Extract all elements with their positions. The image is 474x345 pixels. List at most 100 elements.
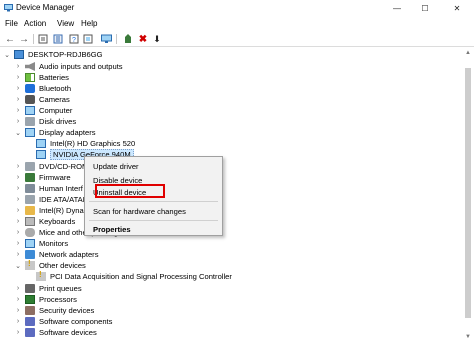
expand-chevron-icon[interactable]: ›	[14, 249, 22, 260]
menu-item-properties[interactable]: Properties	[85, 224, 222, 235]
forward-icon[interactable]: →	[18, 33, 30, 45]
expand-chevron-icon[interactable]: ›	[14, 94, 22, 105]
tree-item-network-adapters[interactable]: › Network adapters	[14, 249, 99, 260]
device-tree: ⌄ DESKTOP-RDJB6GG › Audio inputs and out…	[0, 48, 462, 345]
processor-icon	[25, 295, 35, 304]
tree-item-dvd-cd-rom[interactable]: › DVD/CD-ROM	[14, 161, 88, 172]
minimize-button[interactable]: —	[386, 0, 408, 17]
tree-item-intel-hd-graphics[interactable]: Intel(R) HD Graphics 520	[25, 138, 135, 149]
expand-chevron-icon[interactable]: ›	[14, 161, 22, 172]
scrollbar-thumb[interactable]	[465, 68, 471, 318]
expand-chevron-icon[interactable]: ›	[14, 238, 22, 249]
menu-view[interactable]: View	[57, 19, 74, 28]
menu-file[interactable]: File	[5, 19, 18, 28]
back-icon[interactable]: ←	[4, 33, 16, 45]
printer-icon	[25, 284, 35, 293]
expand-chevron-icon[interactable]: ›	[14, 116, 22, 127]
collapse-chevron-icon[interactable]: ⌄	[14, 127, 22, 138]
menu-action[interactable]: Action	[24, 19, 46, 28]
expand-all-icon[interactable]	[82, 33, 94, 45]
mouse-icon	[25, 228, 35, 237]
tree-item-human-interface[interactable]: › Human Interf	[14, 183, 83, 194]
bluetooth-icon	[25, 84, 35, 93]
dvd-drive-icon	[25, 162, 35, 171]
show-hidden-icon[interactable]	[52, 33, 64, 45]
toolbar-separator	[116, 34, 117, 44]
window-title: Device Manager	[16, 3, 75, 12]
device-manager-app-icon	[4, 4, 13, 12]
expand-chevron-icon[interactable]: ›	[14, 183, 22, 194]
scroll-up-icon[interactable]: ▲	[464, 50, 472, 58]
expand-chevron-icon[interactable]: ›	[14, 61, 22, 72]
tree-item-display-adapters[interactable]: ⌄ Display adapters	[14, 127, 96, 138]
tree-item-processors[interactable]: › Processors	[14, 294, 77, 305]
display-adapter-icon	[25, 127, 35, 137]
expand-chevron-icon[interactable]: ›	[14, 172, 22, 183]
tree-item-audio[interactable]: › Audio inputs and outputs	[14, 61, 123, 72]
tree-item-monitors[interactable]: › Monitors	[14, 238, 68, 249]
tree-item-security-devices[interactable]: › Security devices	[14, 305, 94, 316]
tree-item-firmware[interactable]: › Firmware	[14, 172, 71, 183]
menu-item-update-driver[interactable]: Update driver	[85, 161, 222, 172]
expand-chevron-icon[interactable]: ›	[14, 227, 22, 238]
expand-chevron-icon[interactable]: ›	[14, 216, 22, 227]
properties-icon[interactable]	[37, 33, 49, 45]
tree-item-other-devices[interactable]: ⌄ Other devices	[14, 259, 86, 271]
menu-bar: File Action View Help	[0, 17, 474, 31]
menu-help[interactable]: Help	[81, 19, 97, 28]
collapse-chevron-icon[interactable]: ⌄	[14, 260, 22, 271]
computer-icon	[14, 50, 24, 59]
expand-chevron-icon[interactable]: ›	[14, 194, 22, 205]
hid-icon	[25, 184, 35, 193]
monitor-icon[interactable]	[100, 33, 112, 45]
tree-item-computer[interactable]: › Computer	[14, 105, 72, 116]
display-adapter-icon	[36, 138, 46, 148]
disk-drive-icon	[25, 117, 35, 126]
toolbar: ← → ? ✖ ⬇	[0, 31, 474, 47]
display-adapter-icon	[36, 149, 46, 159]
expand-chevron-icon[interactable]: ›	[14, 105, 22, 116]
expand-chevron-icon[interactable]: ›	[14, 305, 22, 316]
uninstall-highlight-box	[95, 184, 165, 198]
tree-item-print-queues[interactable]: › Print queues	[14, 283, 82, 294]
tree-item-intel-dynamic[interactable]: › Intel(R) Dyna	[14, 205, 84, 216]
expand-chevron-icon[interactable]: ›	[14, 83, 22, 94]
security-device-icon	[25, 306, 35, 315]
keyboard-icon	[25, 217, 35, 226]
maximize-button[interactable]: ☐	[414, 0, 436, 17]
collapse-chevron-icon[interactable]: ⌄	[3, 49, 11, 60]
tree-item-software-components[interactable]: › Software components	[14, 316, 112, 327]
expand-chevron-icon[interactable]: ›	[14, 72, 22, 83]
menu-item-scan-hardware[interactable]: Scan for hardware changes	[85, 206, 222, 217]
expand-chevron-icon[interactable]: ›	[14, 316, 22, 327]
tree-item-disk-drives[interactable]: › Disk drives	[14, 116, 76, 127]
tree-item-ide-ata[interactable]: › IDE ATA/ATAP	[14, 194, 88, 205]
tree-root[interactable]: ⌄ DESKTOP-RDJB6GG	[3, 49, 103, 60]
toolbar-separator	[33, 34, 34, 44]
expand-chevron-icon[interactable]: ›	[14, 283, 22, 294]
firmware-icon	[25, 173, 35, 182]
update-driver-icon[interactable]: ⬇	[151, 33, 163, 45]
software-component-icon	[25, 317, 35, 326]
scroll-down-icon[interactable]: ▼	[464, 334, 472, 342]
battery-icon	[25, 73, 35, 82]
ide-controller-icon	[25, 195, 35, 204]
close-button[interactable]: ✕	[446, 0, 468, 17]
tree-item-cameras[interactable]: › Cameras	[14, 94, 70, 105]
tree-item-bluetooth[interactable]: › Bluetooth	[14, 83, 71, 94]
expand-chevron-icon[interactable]: ›	[14, 205, 22, 216]
tree-item-pci-data-acquisition[interactable]: PCI Data Acquisition and Signal Processi…	[25, 270, 232, 282]
folder-icon	[25, 206, 35, 215]
tree-item-keyboards[interactable]: › Keyboards	[14, 216, 75, 227]
warning-device-icon	[36, 270, 46, 281]
expand-chevron-icon[interactable]: ›	[14, 294, 22, 305]
expand-chevron-icon[interactable]: ›	[14, 327, 22, 338]
speaker-icon	[25, 62, 35, 71]
tree-item-batteries[interactable]: › Batteries	[14, 72, 69, 83]
tree-item-software-devices[interactable]: › Software devices	[14, 327, 97, 338]
add-driver-icon[interactable]	[122, 33, 134, 45]
uninstall-icon[interactable]: ✖	[137, 33, 149, 45]
unknown-device-icon	[25, 259, 35, 270]
vertical-scrollbar[interactable]: ▲ ▼	[462, 48, 474, 345]
help-icon[interactable]: ?	[68, 33, 80, 45]
